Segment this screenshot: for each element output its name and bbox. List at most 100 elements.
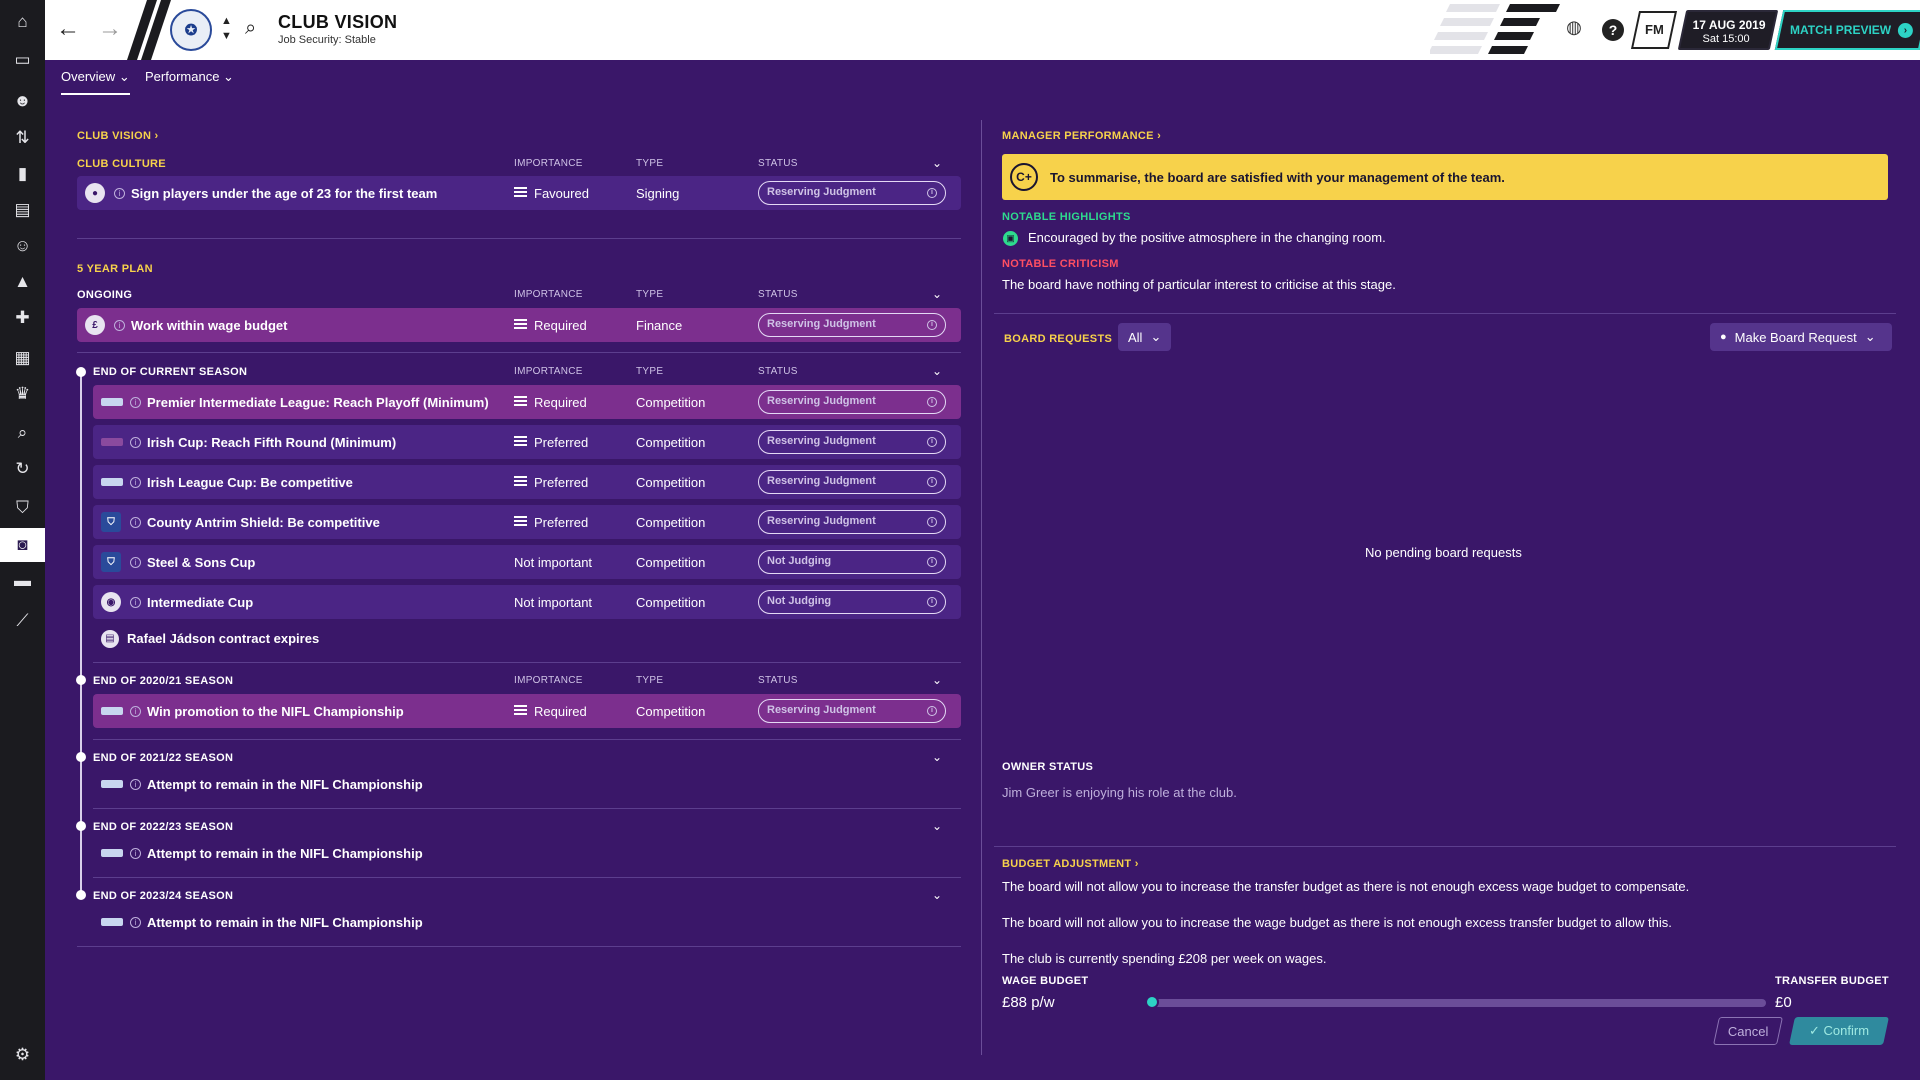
importance-header: IMPORTANCE bbox=[514, 675, 583, 686]
objective-row[interactable]: ⛉ i Steel & Sons Cup Not important Compe… bbox=[93, 545, 961, 579]
objective-row[interactable]: ⛉ i County Antrim Shield: Be competitive… bbox=[93, 505, 961, 539]
date-display: 17 AUG 2019 Sat 15:00 bbox=[1677, 10, 1779, 50]
current-date: 17 AUG 2019 bbox=[1692, 18, 1766, 32]
chevron-down-icon[interactable]: ⌄ bbox=[932, 888, 942, 902]
match-preview-button[interactable]: MATCH PREVIEW › bbox=[1774, 10, 1920, 50]
importance-text: Required bbox=[534, 703, 587, 719]
objective-row[interactable]: i Win promotion to the NIFL Championship… bbox=[93, 694, 961, 728]
schedule-icon[interactable]: ▦ bbox=[0, 341, 45, 375]
club-vision-link[interactable]: CLUB VISION › bbox=[77, 130, 159, 142]
club-info-icon[interactable]: ⛉ bbox=[0, 491, 45, 525]
objective-row[interactable]: i Irish Cup: Reach Fifth Round (Minimum)… bbox=[93, 425, 961, 459]
tactics-icon[interactable]: ⇅ bbox=[0, 121, 45, 155]
transfer-budget-value: £0 bbox=[1775, 994, 1792, 1011]
contract-note[interactable]: Rafael Jádson contract expires bbox=[127, 631, 319, 646]
objective-row[interactable]: i Premier Intermediate League: Reach Pla… bbox=[93, 385, 961, 419]
info-icon[interactable]: i bbox=[130, 516, 141, 528]
cancel-button[interactable]: Cancel bbox=[1713, 1017, 1783, 1045]
search-icon[interactable]: ⌕ bbox=[245, 17, 256, 40]
scouting-icon[interactable]: ⌕ bbox=[0, 416, 45, 450]
tab-overview[interactable]: Overview ⌄ bbox=[61, 69, 130, 95]
chevron-down-icon: ⌄ bbox=[1864, 329, 1876, 344]
club-crest[interactable]: ✪ bbox=[170, 9, 212, 51]
tab-performance[interactable]: Performance ⌄ bbox=[145, 69, 234, 93]
settings-icon[interactable]: ⚙ bbox=[0, 1038, 45, 1072]
info-icon[interactable]: i bbox=[130, 436, 141, 448]
manager-performance-link[interactable]: MANAGER PERFORMANCE › bbox=[1002, 130, 1161, 142]
status-pill[interactable]: Reserving Judgment i bbox=[758, 470, 946, 494]
staff-icon[interactable]: ☺ bbox=[0, 229, 45, 263]
divider bbox=[994, 846, 1896, 847]
home-icon[interactable]: ⌂ bbox=[0, 5, 45, 39]
objective-row[interactable]: i Irish League Cup: Be competitive Prefe… bbox=[93, 465, 961, 499]
fm-menu-button[interactable]: FM bbox=[1630, 11, 1678, 49]
chevron-down-icon[interactable]: ⌄ bbox=[932, 156, 942, 170]
info-icon[interactable]: i bbox=[130, 779, 141, 790]
status-text: Reserving Judgment bbox=[767, 515, 876, 527]
forward-icon[interactable]: → bbox=[98, 17, 122, 41]
info-icon: i bbox=[927, 320, 937, 330]
status-pill[interactable]: Reserving Judgment i bbox=[758, 699, 946, 723]
chevron-down-icon[interactable]: ⌄ bbox=[932, 364, 942, 378]
status-pill[interactable]: Not Judging i bbox=[758, 590, 946, 614]
training-icon[interactable]: ▲ bbox=[0, 265, 45, 299]
fm-label: FM bbox=[1644, 22, 1664, 37]
make-board-request-button[interactable]: ● Make Board Request ⌄ bbox=[1710, 323, 1892, 351]
club-switch-arrows[interactable]: ▲ ▼ bbox=[221, 14, 232, 44]
chevron-down-icon[interactable]: ⌄ bbox=[932, 750, 942, 764]
objective-label[interactable]: Attempt to remain in the NIFL Championsh… bbox=[147, 915, 423, 930]
objective-row[interactable]: ◉ i Intermediate Cup Not important Compe… bbox=[93, 585, 961, 619]
info-icon: i bbox=[927, 397, 937, 407]
confirm-button[interactable]: ✓ Confirm bbox=[1789, 1017, 1889, 1045]
objective-label[interactable]: Attempt to remain in the NIFL Championsh… bbox=[147, 777, 423, 792]
player-icon: ● bbox=[85, 183, 105, 203]
importance-text: Preferred bbox=[534, 474, 589, 490]
reports-icon[interactable]: ▤ bbox=[0, 193, 45, 227]
status-pill[interactable]: Reserving Judgment i bbox=[758, 430, 946, 454]
divider bbox=[77, 352, 961, 353]
budget-slider-handle[interactable] bbox=[1145, 995, 1159, 1009]
importance-bars-icon bbox=[514, 187, 527, 199]
culture-row[interactable]: ● i Sign players under the age of 23 for… bbox=[77, 176, 961, 210]
status-pill[interactable]: Reserving Judgment i bbox=[758, 313, 946, 337]
transfer-budget-label: TRANSFER BUDGET bbox=[1775, 975, 1889, 987]
highlights-heading: NOTABLE HIGHLIGHTS bbox=[1002, 211, 1131, 223]
transfers-icon[interactable]: ↻ bbox=[0, 452, 45, 486]
info-icon[interactable]: i bbox=[130, 705, 141, 717]
chevron-down-icon[interactable]: ⌄ bbox=[932, 673, 942, 687]
help-icon[interactable]: ? bbox=[1602, 19, 1624, 41]
club-vision-icon[interactable]: ◙ bbox=[0, 528, 45, 562]
match-time: Sat 15:00 bbox=[1702, 33, 1750, 45]
globe-icon[interactable]: ◍ bbox=[1562, 17, 1586, 41]
finances-icon[interactable]: ▬ bbox=[0, 564, 45, 598]
info-icon[interactable]: i bbox=[130, 396, 141, 408]
objective-label[interactable]: Attempt to remain in the NIFL Championsh… bbox=[147, 846, 423, 861]
budget-adjustment-link[interactable]: BUDGET ADJUSTMENT › bbox=[1002, 858, 1139, 870]
data-hub-icon[interactable]: ▮ bbox=[0, 157, 45, 191]
importance-bars-icon bbox=[514, 396, 527, 408]
info-icon[interactable]: i bbox=[114, 187, 125, 199]
back-icon[interactable]: ← bbox=[56, 17, 80, 41]
chevron-down-icon[interactable]: ⌄ bbox=[932, 287, 942, 301]
squad-icon[interactable]: ☻ bbox=[0, 84, 45, 118]
positive-icon: ▣ bbox=[1003, 231, 1018, 246]
competitions-icon[interactable]: ♛ bbox=[0, 377, 45, 411]
info-icon[interactable]: i bbox=[114, 319, 125, 331]
status-pill[interactable]: Reserving Judgment i bbox=[758, 510, 946, 534]
inbox-icon[interactable]: ▭ bbox=[0, 43, 45, 77]
board-requests-filter[interactable]: All ⌄ bbox=[1118, 323, 1172, 351]
medical-centre-icon[interactable]: ✚ bbox=[0, 301, 45, 335]
status-pill[interactable]: Reserving Judgment i bbox=[758, 181, 946, 205]
info-icon[interactable]: i bbox=[130, 848, 141, 859]
status-pill[interactable]: Reserving Judgment i bbox=[758, 390, 946, 414]
info-icon[interactable]: i bbox=[130, 556, 141, 568]
status-pill[interactable]: Not Judging i bbox=[758, 550, 946, 574]
info-icon[interactable]: i bbox=[130, 476, 141, 488]
info-icon[interactable]: i bbox=[130, 596, 141, 608]
importance-value: Not important bbox=[514, 595, 592, 610]
info-icon[interactable]: i bbox=[130, 917, 141, 928]
ongoing-row[interactable]: £ i Work within wage budget Required Fin… bbox=[77, 308, 961, 342]
dev-centre-icon[interactable]: ⟋ bbox=[0, 604, 45, 638]
budget-slider-track[interactable] bbox=[1151, 999, 1766, 1007]
chevron-down-icon[interactable]: ⌄ bbox=[932, 819, 942, 833]
